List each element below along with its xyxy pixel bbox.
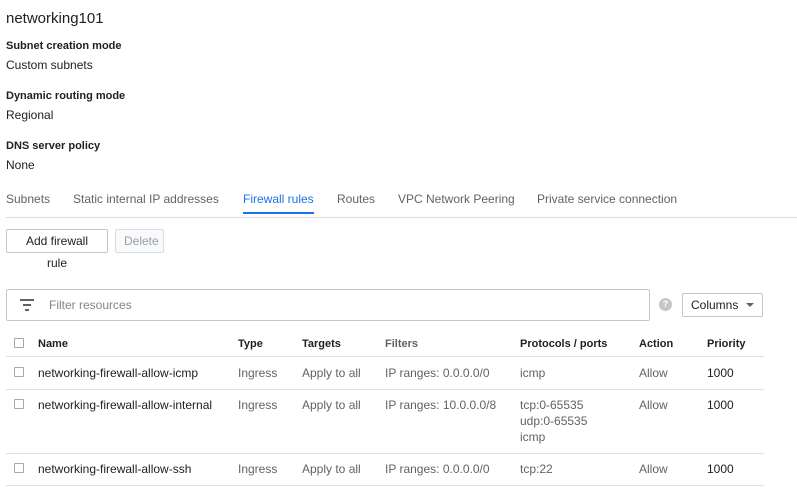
rule-filters: IP ranges: 0.0.0.0/0	[385, 366, 490, 380]
rule-protocol: tcp:22	[520, 462, 553, 476]
dns-policy-label: DNS server policy	[6, 140, 101, 152]
help-icon[interactable]: ?	[659, 298, 672, 311]
rule-priority: 1000	[707, 398, 734, 412]
table-divider	[6, 356, 764, 357]
rule-name-link[interactable]: networking-firewall-allow-icmp	[38, 366, 198, 380]
add-firewall-rule-button[interactable]: Add firewall rule	[6, 229, 108, 270]
row-divider	[6, 389, 764, 390]
tabs-divider	[6, 217, 797, 218]
col-header-name[interactable]: Name	[38, 338, 68, 350]
tab-bar: Subnets Static internal IP addresses Fir…	[0, 192, 797, 218]
delete-button[interactable]: Delete	[115, 229, 164, 253]
rule-name-link[interactable]: networking-firewall-allow-internal	[38, 398, 212, 412]
row-divider	[6, 453, 764, 454]
rule-protocol: tcp:0-65535	[520, 398, 584, 412]
tab-routes[interactable]: Routes	[337, 192, 375, 214]
rule-filters: IP ranges: 10.0.0.0/8	[385, 398, 497, 412]
tab-private-service-connection[interactable]: Private service connection	[537, 192, 677, 214]
tab-vpc-peering[interactable]: VPC Network Peering	[398, 192, 515, 214]
rule-priority: 1000	[707, 366, 734, 380]
routing-mode-label: Dynamic routing mode	[6, 90, 126, 102]
rule-action: Allow	[639, 462, 668, 476]
rule-targets: Apply to all	[302, 366, 361, 380]
columns-label: Columns	[691, 298, 739, 312]
rule-type: Ingress	[238, 462, 278, 476]
row-divider	[6, 485, 764, 486]
filter-list-icon	[20, 299, 34, 311]
dns-policy-value: None	[6, 158, 35, 172]
tab-subnets[interactable]: Subnets	[6, 192, 50, 214]
rule-action: Allow	[639, 398, 668, 412]
rule-type: Ingress	[238, 366, 278, 380]
col-header-priority[interactable]: Priority	[707, 338, 746, 350]
rule-targets: Apply to all	[302, 462, 361, 476]
columns-button[interactable]: Columns	[682, 293, 763, 317]
rule-filters: IP ranges: 0.0.0.0/0	[385, 462, 490, 476]
rule-type: Ingress	[238, 398, 278, 412]
col-header-protocols[interactable]: Protocols / ports	[520, 338, 607, 350]
col-header-action[interactable]: Action	[639, 338, 673, 350]
rule-protocol: icmp	[520, 366, 546, 380]
col-header-filters: Filters	[385, 338, 419, 350]
col-header-targets[interactable]: Targets	[302, 338, 341, 350]
row-checkbox[interactable]	[14, 463, 24, 473]
routing-mode-value: Regional	[6, 108, 54, 122]
rule-priority: 1000	[707, 462, 734, 476]
caret-down-icon	[746, 303, 754, 307]
filter-input[interactable]: Filter resources	[49, 298, 132, 312]
network-title: networking101	[6, 10, 104, 27]
rule-protocol: icmp	[520, 430, 546, 444]
rule-protocol: udp:0-65535	[520, 414, 588, 428]
row-checkbox[interactable]	[14, 399, 24, 409]
tab-static-internal-ip[interactable]: Static internal IP addresses	[73, 192, 219, 214]
tab-firewall-rules[interactable]: Firewall rules	[243, 192, 314, 214]
row-checkbox[interactable]	[14, 367, 24, 377]
filter-bar[interactable]: Filter resources	[6, 289, 650, 321]
col-header-type[interactable]: Type	[238, 338, 263, 350]
rule-name-link[interactable]: networking-firewall-allow-ssh	[38, 462, 191, 476]
select-all-checkbox[interactable]	[14, 338, 24, 348]
subnet-mode-label: Subnet creation mode	[6, 40, 122, 52]
rule-targets: Apply to all	[302, 398, 361, 412]
subnet-mode-value: Custom subnets	[6, 58, 93, 72]
rule-action: Allow	[639, 366, 668, 380]
